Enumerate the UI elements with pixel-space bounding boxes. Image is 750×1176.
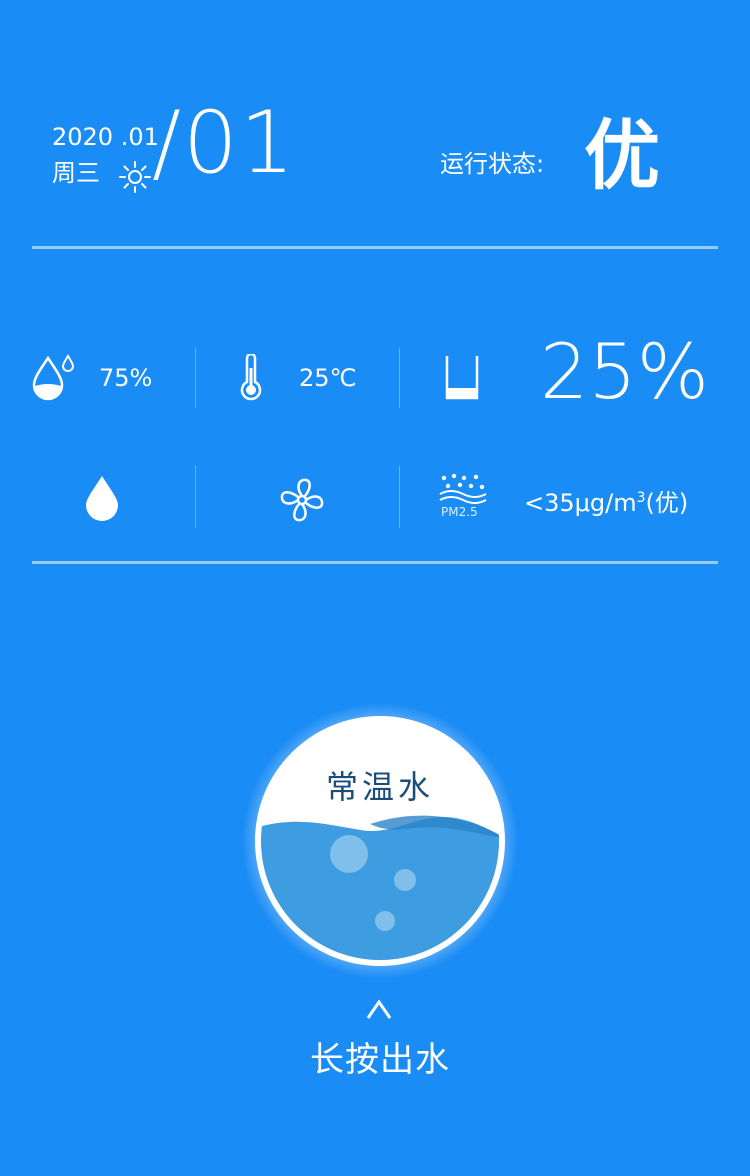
metric-divider [399,466,400,528]
water-type-label: 常温水 [325,768,434,806]
top-divider [32,246,718,249]
day-number: /01 [152,93,297,193]
fan-icon [278,476,326,524]
weekday-text: 周三 [52,159,100,187]
metric-divider [195,348,196,408]
chevron-up-icon [365,998,393,1020]
water-drop-icon [84,474,120,522]
thermometer-icon [238,352,264,402]
pm25-value-suffix: (优) [645,489,689,517]
temperature-value: 25℃ [299,364,357,392]
dispense-water-button[interactable] [242,703,518,979]
water-level-value: 25% [540,327,709,416]
pm25-value-prefix: <35μg/m [524,489,637,517]
pm25-value-sup: 3 [636,490,646,506]
status-label: 运行状态: [440,150,545,178]
sun-icon [118,160,152,194]
status-value: 优 [584,111,660,200]
pm25-badge: PM2.5 [441,505,478,519]
humidity-icon [30,352,76,402]
date-text: 2020 .01 [52,123,159,151]
long-press-hint: 长按出水 [310,1040,450,1080]
metric-divider [399,348,400,408]
cup-icon [444,354,480,402]
humidity-value: 75% [99,364,153,392]
pm25-value: <35μg/m3(优) [524,483,688,518]
bottom-divider [32,561,718,564]
metric-divider [195,466,196,528]
